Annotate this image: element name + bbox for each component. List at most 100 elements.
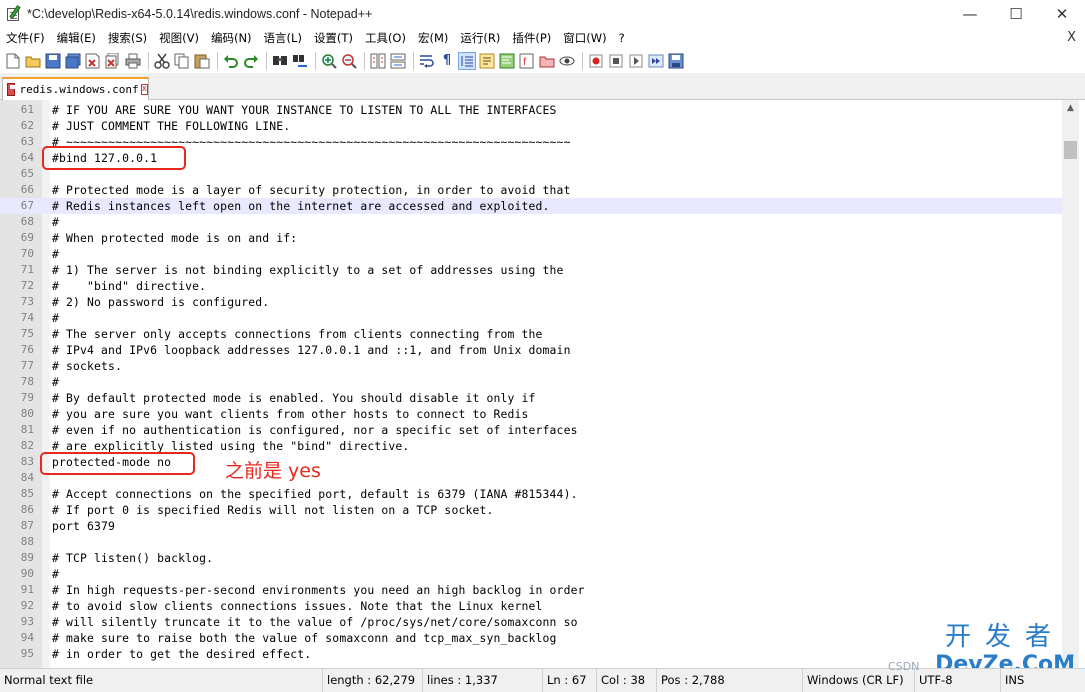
close-all-icon[interactable] [104,52,122,70]
close-window-button[interactable]: ✕ [1039,0,1085,28]
menu-search[interactable]: 搜索(S) [102,28,153,48]
editor-area[interactable]: 61 # IF YOU ARE SURE YOU WANT YOUR INSTAN… [0,100,1085,668]
stop-macro-icon[interactable] [607,52,625,70]
show-all-chars-icon[interactable]: ¶ [438,52,456,70]
code-line[interactable]: 87 port 6379 [0,518,1062,534]
print-icon[interactable] [124,52,142,70]
save-icon[interactable] [44,52,62,70]
tab-redis-windows-conf[interactable]: redis.windows.conf x [2,77,149,100]
menu-window[interactable]: 窗口(W) [557,28,612,48]
save-all-icon[interactable] [64,52,82,70]
code-line[interactable]: 71 # 1) The server is not binding explici… [0,262,1062,278]
menu-view[interactable]: 视图(V) [153,28,205,48]
doc-map-icon[interactable] [498,52,516,70]
play-macro-icon[interactable] [627,52,645,70]
user-lang-icon[interactable] [478,52,496,70]
code-line[interactable]: 69 # When protected mode is on and if: [0,230,1062,246]
line-text[interactable]: # In high requests-per-second environmen… [52,582,585,598]
menu-language[interactable]: 语言(L) [258,28,308,48]
zoom-in-icon[interactable] [320,52,338,70]
zoom-out-icon[interactable] [340,52,358,70]
code-line[interactable]: 67 # Redis instances left open on the int… [0,198,1062,214]
code-line[interactable]: 91 # In high requests-per-second environm… [0,582,1062,598]
tab-close-icon[interactable]: x [140,84,148,95]
menu-edit[interactable]: 编辑(E) [51,28,102,48]
menu-settings[interactable]: 设置(T) [308,28,359,48]
line-text[interactable]: # By default protected mode is enabled. … [52,390,536,406]
code-line[interactable]: 62 # JUST COMMENT THE FOLLOWING LINE. [0,118,1062,134]
code-line[interactable]: 77 # sockets. [0,358,1062,374]
scrollbar-thumb[interactable] [1064,141,1077,159]
code-line[interactable]: 89 # TCP listen() backlog. [0,550,1062,566]
close-document-button[interactable]: X [1067,28,1076,48]
line-text[interactable]: # If port 0 is specified Redis will not … [52,502,494,518]
line-text[interactable]: # "bind" directive. [52,278,206,294]
line-text[interactable]: # make sure to raise both the value of s… [52,630,557,646]
undo-icon[interactable] [222,52,240,70]
line-text[interactable]: # Protected mode is a layer of security … [52,182,571,198]
code-line[interactable]: 79 # By default protected mode is enabled… [0,390,1062,406]
maximize-button[interactable]: ☐ [993,0,1039,28]
line-text[interactable]: # 2) No password is configured. [52,294,269,310]
line-text[interactable]: port 6379 [52,518,115,534]
save-macro-icon[interactable] [667,52,685,70]
code-line[interactable]: 75 # The server only accepts connections … [0,326,1062,342]
code-line[interactable]: 88 [0,534,1062,550]
menu-help[interactable]: ? [613,28,631,48]
function-list-icon[interactable]: f [518,52,536,70]
code-line[interactable]: 66 # Protected mode is a layer of securit… [0,182,1062,198]
line-text[interactable]: # TCP listen() backlog. [52,550,213,566]
line-text[interactable]: # 1) The server is not binding explicitl… [52,262,564,278]
menu-file[interactable]: 文件(F) [0,28,51,48]
line-text[interactable]: # IF YOU ARE SURE YOU WANT YOUR INSTANCE… [52,102,557,118]
code-line[interactable]: 86 # If port 0 is specified Redis will no… [0,502,1062,518]
menu-macro[interactable]: 宏(M) [412,28,454,48]
paste-icon[interactable] [193,52,211,70]
new-file-icon[interactable] [4,52,22,70]
redo-icon[interactable] [242,52,260,70]
monitor-icon[interactable] [558,52,576,70]
code-line[interactable]: 92 # to avoid slow clients connections is… [0,598,1062,614]
sync-vertical-icon[interactable] [369,52,387,70]
line-text[interactable]: # JUST COMMENT THE FOLLOWING LINE. [52,118,290,134]
code-line[interactable]: 74 # [0,310,1062,326]
line-text[interactable]: # sockets. [52,358,122,374]
close-icon[interactable] [84,52,102,70]
line-text[interactable]: # you are sure you want clients from oth… [52,406,529,422]
code-line[interactable]: 80 # you are sure you want clients from o… [0,406,1062,422]
scroll-up-arrow-icon[interactable]: ▲ [1062,100,1079,117]
code-line[interactable]: 76 # IPv4 and IPv6 loopback addresses 127… [0,342,1062,358]
line-text[interactable]: # to avoid slow clients connections issu… [52,598,543,614]
menu-encoding[interactable]: 编码(N) [205,28,258,48]
scroll-down-arrow-icon[interactable]: ▼ [1062,651,1079,668]
code-line[interactable]: 81 # even if no authentication is configu… [0,422,1062,438]
line-text[interactable]: # [52,374,59,390]
menu-tools[interactable]: 工具(O) [359,28,412,48]
vertical-scrollbar[interactable]: ▲ ▼ [1062,100,1079,668]
code-line[interactable]: 94 # make sure to raise both the value of… [0,630,1062,646]
code-line[interactable]: 72 # "bind" directive. [0,278,1062,294]
code-line[interactable]: 78 # [0,374,1062,390]
menu-plugins[interactable]: 插件(P) [506,28,557,48]
line-text[interactable]: # [52,310,59,326]
code-lines[interactable]: 61 # IF YOU ARE SURE YOU WANT YOUR INSTAN… [0,102,1062,662]
line-text[interactable]: # Accept connections on the specified po… [52,486,578,502]
code-line[interactable]: 61 # IF YOU ARE SURE YOU WANT YOUR INSTAN… [0,102,1062,118]
record-macro-icon[interactable] [587,52,605,70]
line-text[interactable]: # Redis instances left open on the inter… [52,198,550,214]
code-line[interactable]: 73 # 2) No password is configured. [0,294,1062,310]
open-file-icon[interactable] [24,52,42,70]
line-text[interactable]: # IPv4 and IPv6 loopback addresses 127.0… [52,342,571,358]
find-icon[interactable] [271,52,289,70]
code-line[interactable]: 93 # will silently truncate it to the val… [0,614,1062,630]
line-text[interactable]: # The server only accepts connections fr… [52,326,543,342]
line-text[interactable]: # [52,566,59,582]
cut-icon[interactable] [153,52,171,70]
line-text[interactable]: # When protected mode is on and if: [52,230,297,246]
code-line[interactable]: 90 # [0,566,1062,582]
run-macro-multiple-icon[interactable] [647,52,665,70]
indent-guide-icon[interactable] [458,51,476,70]
line-text[interactable]: # [52,246,59,262]
minimize-button[interactable]: — [947,0,993,28]
replace-icon[interactable] [291,52,309,70]
